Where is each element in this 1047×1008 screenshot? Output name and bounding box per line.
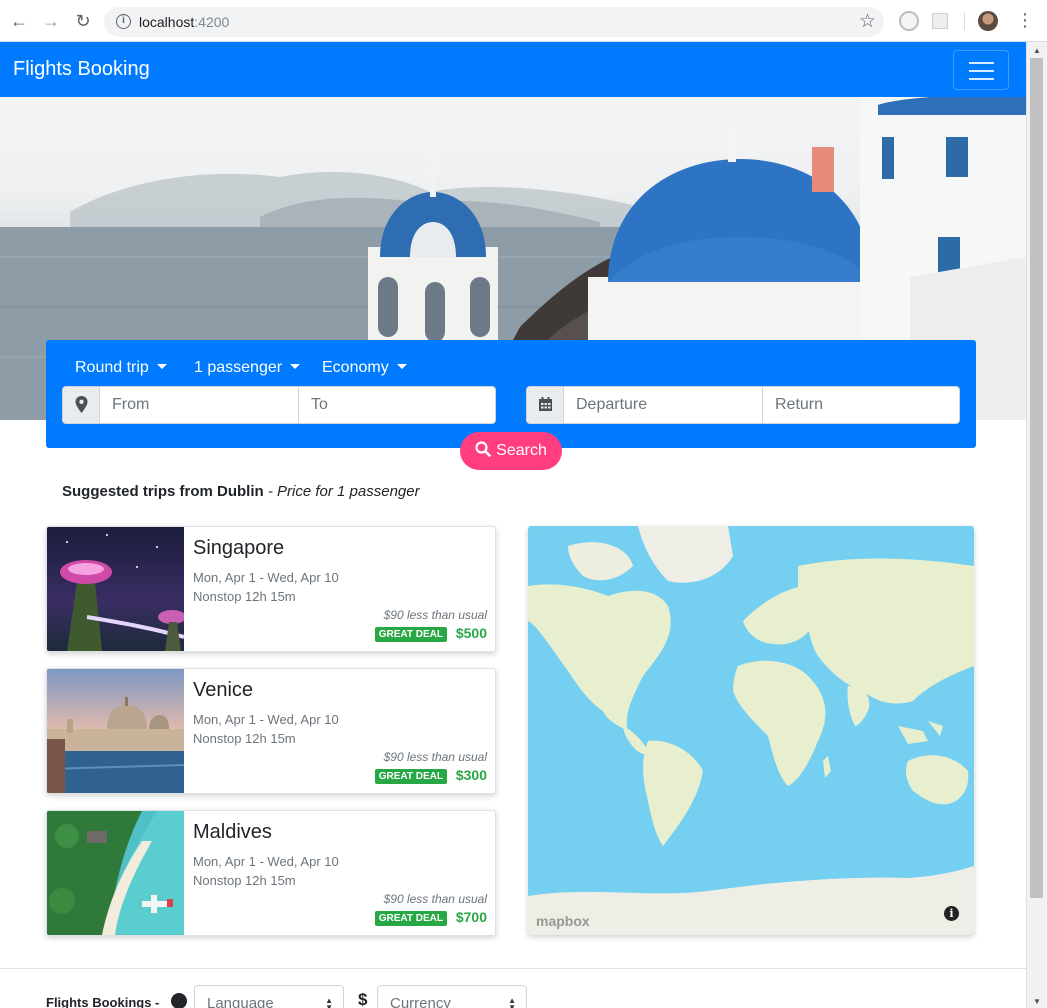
url-text: localhost:4200 [139, 14, 230, 30]
site-info-icon[interactable]: i [116, 14, 131, 29]
scroll-up-arrow-icon[interactable]: ▲ [1033, 46, 1041, 55]
venice-photo [47, 669, 184, 793]
navbar-toggle-button[interactable] [953, 50, 1009, 90]
destination-name: Maldives [193, 821, 272, 843]
destination-name: Singapore [193, 537, 285, 559]
trip-dates: Mon, Apr 1 - Wed, Apr 10 [193, 712, 339, 727]
page-scrollbar[interactable]: ▲ ▼ [1026, 42, 1047, 1008]
calendar-icon [527, 387, 564, 423]
great-deal-badge: GREAT DEAL [374, 627, 447, 642]
reload-icon[interactable]: ↻ [73, 11, 93, 31]
extension-icon[interactable] [899, 11, 919, 31]
great-deal-badge: GREAT DEAL [374, 911, 447, 926]
suggested-trips-heading: Suggested trips from Dublin - Price for … [62, 483, 420, 500]
dates-input-group: Departure Return [526, 386, 960, 424]
caret-down-icon [290, 364, 301, 369]
search-button[interactable]: Search [460, 432, 562, 470]
select-arrows-icon: ▲ ▼ [325, 996, 333, 1008]
brand-title[interactable]: Flights Booking [13, 58, 150, 81]
browser-toolbar: ← → ↻ i localhost:4200 ☆ ⋮ [0, 0, 1047, 42]
savings-note: $90 less than usual [383, 892, 487, 906]
to-input[interactable]: To [299, 387, 495, 423]
scroll-down-arrow-icon[interactable]: ▼ [1033, 997, 1041, 1006]
location-marker-icon [63, 387, 100, 423]
return-input[interactable]: Return [763, 387, 959, 423]
savings-note: $90 less than usual [383, 608, 487, 622]
cabin-class-dropdown[interactable]: Economy [322, 359, 407, 377]
address-bar[interactable]: i localhost:4200 ☆ [104, 7, 884, 37]
map-landmasses [528, 526, 974, 935]
trip-duration: Nonstop 12h 15m [193, 589, 296, 604]
hamburger-icon [969, 78, 994, 80]
mapbox-logo[interactable]: mapbox [536, 913, 590, 929]
footer-divider [0, 968, 1026, 969]
extension-icon[interactable] [932, 13, 948, 29]
trip-duration: Nonstop 12h 15m [193, 873, 296, 888]
trip-card[interactable]: Singapore Mon, Apr 1 - Wed, Apr 10 Nonst… [46, 526, 496, 652]
trip-dates: Mon, Apr 1 - Wed, Apr 10 [193, 570, 339, 585]
browser-menu-icon[interactable]: ⋮ [1016, 10, 1034, 30]
passengers-dropdown[interactable]: 1 passenger [194, 359, 301, 377]
dollar-icon: $ [358, 990, 368, 1008]
profile-avatar[interactable] [978, 11, 998, 31]
top-navbar: Flights Booking [0, 42, 1026, 97]
destination-name: Venice [193, 679, 254, 701]
caret-down-icon [396, 364, 407, 369]
trip-card[interactable]: Maldives Mon, Apr 1 - Wed, Apr 10 Nonsto… [46, 810, 496, 936]
from-input[interactable]: From [100, 387, 298, 423]
toolbar-divider [964, 12, 965, 30]
trip-price: $300 [455, 767, 487, 783]
world-map[interactable]: mapbox i [528, 526, 974, 935]
trip-dates: Mon, Apr 1 - Wed, Apr 10 [193, 854, 339, 869]
trip-duration: Nonstop 12h 15m [193, 731, 296, 746]
bookmark-star-icon[interactable]: ☆ [859, 10, 876, 33]
caret-down-icon [156, 364, 167, 369]
savings-note: $90 less than usual [383, 750, 487, 764]
trip-card[interactable]: Venice Mon, Apr 1 - Wed, Apr 10 Nonstop … [46, 668, 496, 794]
page: Flights Booking Round trip 1 passenger E… [0, 42, 1026, 1008]
singapore-photo [47, 527, 184, 651]
footer-title: Flights Bookings - [46, 995, 160, 1008]
hamburger-icon [969, 62, 994, 64]
back-arrow-icon[interactable]: ← [9, 11, 29, 31]
language-select[interactable]: Language ▲ ▼ [194, 985, 344, 1008]
trip-price: $700 [455, 909, 487, 925]
select-arrows-icon: ▲ ▼ [508, 996, 516, 1008]
trip-type-dropdown[interactable]: Round trip [75, 359, 167, 377]
forward-arrow-icon[interactable]: → [41, 11, 61, 31]
currency-select[interactable]: Currency ▲ ▼ [377, 985, 527, 1008]
hamburger-icon [969, 70, 994, 72]
departure-input[interactable]: Departure [564, 387, 762, 423]
map-info-icon[interactable]: i [944, 906, 959, 921]
trip-price: $500 [455, 625, 487, 641]
maldives-photo [47, 811, 184, 935]
scrollbar-thumb[interactable] [1030, 58, 1043, 898]
search-icon [475, 441, 491, 457]
great-deal-badge: GREAT DEAL [374, 769, 447, 784]
route-input-group: From To [62, 386, 496, 424]
globe-icon [171, 993, 187, 1008]
